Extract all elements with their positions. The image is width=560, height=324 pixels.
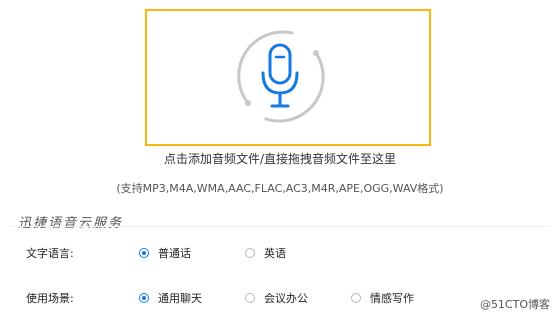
radio-empty-icon [351, 293, 361, 303]
radio-empty-icon [245, 248, 255, 258]
option-label: 英语 [264, 247, 286, 260]
scenario-option-writing[interactable]: 情感写作 [351, 290, 414, 306]
language-label: 文字语言: [26, 247, 74, 260]
scenario-label: 使用场景: [26, 292, 74, 305]
language-option-mandarin[interactable]: 普通话 [139, 245, 191, 261]
option-label: 普通话 [158, 247, 191, 260]
supported-formats-text: (支持MP3,M4A,WMA,AAC,FLAC,AC3,M4R,APE,OGG,… [116, 182, 444, 195]
radio-selected-icon [139, 293, 149, 303]
language-option-english[interactable]: 英语 [245, 245, 286, 261]
option-label: 通用聊天 [158, 292, 202, 305]
radio-selected-icon [139, 248, 149, 258]
section-title: 迅捷语音云服务 [18, 216, 124, 231]
scenario-option-chat[interactable]: 通用聊天 [139, 290, 202, 306]
scenario-option-meeting[interactable]: 会议办公 [245, 290, 308, 306]
radio-empty-icon [245, 293, 255, 303]
microphone-icon [230, 23, 330, 127]
option-label: 情感写作 [370, 292, 414, 305]
upload-drop-zone[interactable] [145, 9, 431, 146]
upload-hint-text: 点击添加音频文件/直接拖拽音频文件至这里 [163, 152, 397, 166]
option-label: 会议办公 [264, 292, 308, 305]
watermark: @51CTO博客 [479, 298, 550, 311]
section-divider [10, 226, 550, 227]
